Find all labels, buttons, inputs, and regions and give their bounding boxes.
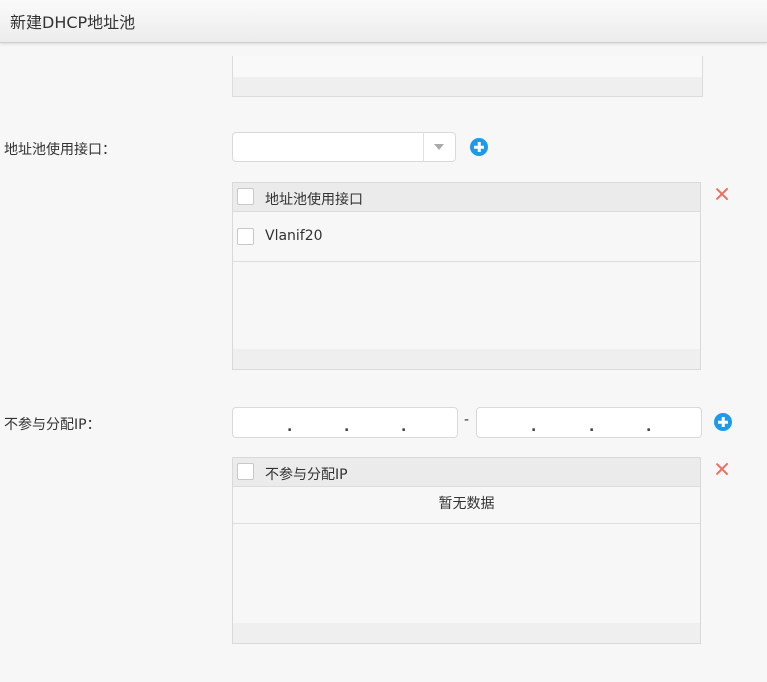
column-header-interface: 地址池使用接口 xyxy=(265,192,363,208)
row-interface-name: Vlanif20 xyxy=(265,228,323,244)
ip-dot: . xyxy=(646,419,652,435)
table-footer xyxy=(233,77,702,96)
empty-state-text: 暂无数据 xyxy=(233,486,700,524)
dropdown-toggle[interactable] xyxy=(423,133,455,161)
table-footer xyxy=(233,623,700,643)
row-checkbox[interactable] xyxy=(237,228,254,245)
select-all-checkbox[interactable] xyxy=(237,188,254,205)
exclude-ip-label: 不参与分配IP： xyxy=(4,417,101,433)
ip-dot: . xyxy=(589,419,595,435)
delete-exclude-ip-icon[interactable] xyxy=(714,461,730,477)
end-ip-input[interactable]: . . . xyxy=(476,407,702,438)
ip-dot: . xyxy=(401,419,407,435)
exclude-ip-table: 不参与分配IP 暂无数据 xyxy=(232,457,701,644)
column-header-exclude-ip: 不参与分配IP xyxy=(265,467,348,483)
table-row: Vlanif20 xyxy=(233,212,700,262)
caret-down-icon xyxy=(434,144,444,150)
ip-dot: . xyxy=(531,419,537,435)
dialog-header: 新建DHCP地址池 xyxy=(0,0,767,43)
delete-interface-icon[interactable] xyxy=(714,186,730,202)
start-ip-input[interactable]: . . . xyxy=(232,407,458,438)
dialog-title: 新建DHCP地址池 xyxy=(10,13,136,32)
table-footer xyxy=(233,349,700,369)
add-interface-icon[interactable] xyxy=(470,138,488,156)
interface-table: 地址池使用接口 Vlanif20 xyxy=(232,182,701,370)
ip-dot: . xyxy=(344,419,350,435)
interface-select[interactable] xyxy=(232,132,456,162)
table-header: 不参与分配IP xyxy=(233,458,700,487)
table-header: 地址池使用接口 xyxy=(233,183,700,212)
previous-section-table xyxy=(232,56,703,97)
ip-dot: . xyxy=(287,419,293,435)
range-separator: - xyxy=(464,412,470,428)
select-all-checkbox[interactable] xyxy=(237,463,254,480)
interface-label: 地址池使用接口： xyxy=(4,142,116,158)
add-exclude-ip-icon[interactable] xyxy=(714,413,732,431)
